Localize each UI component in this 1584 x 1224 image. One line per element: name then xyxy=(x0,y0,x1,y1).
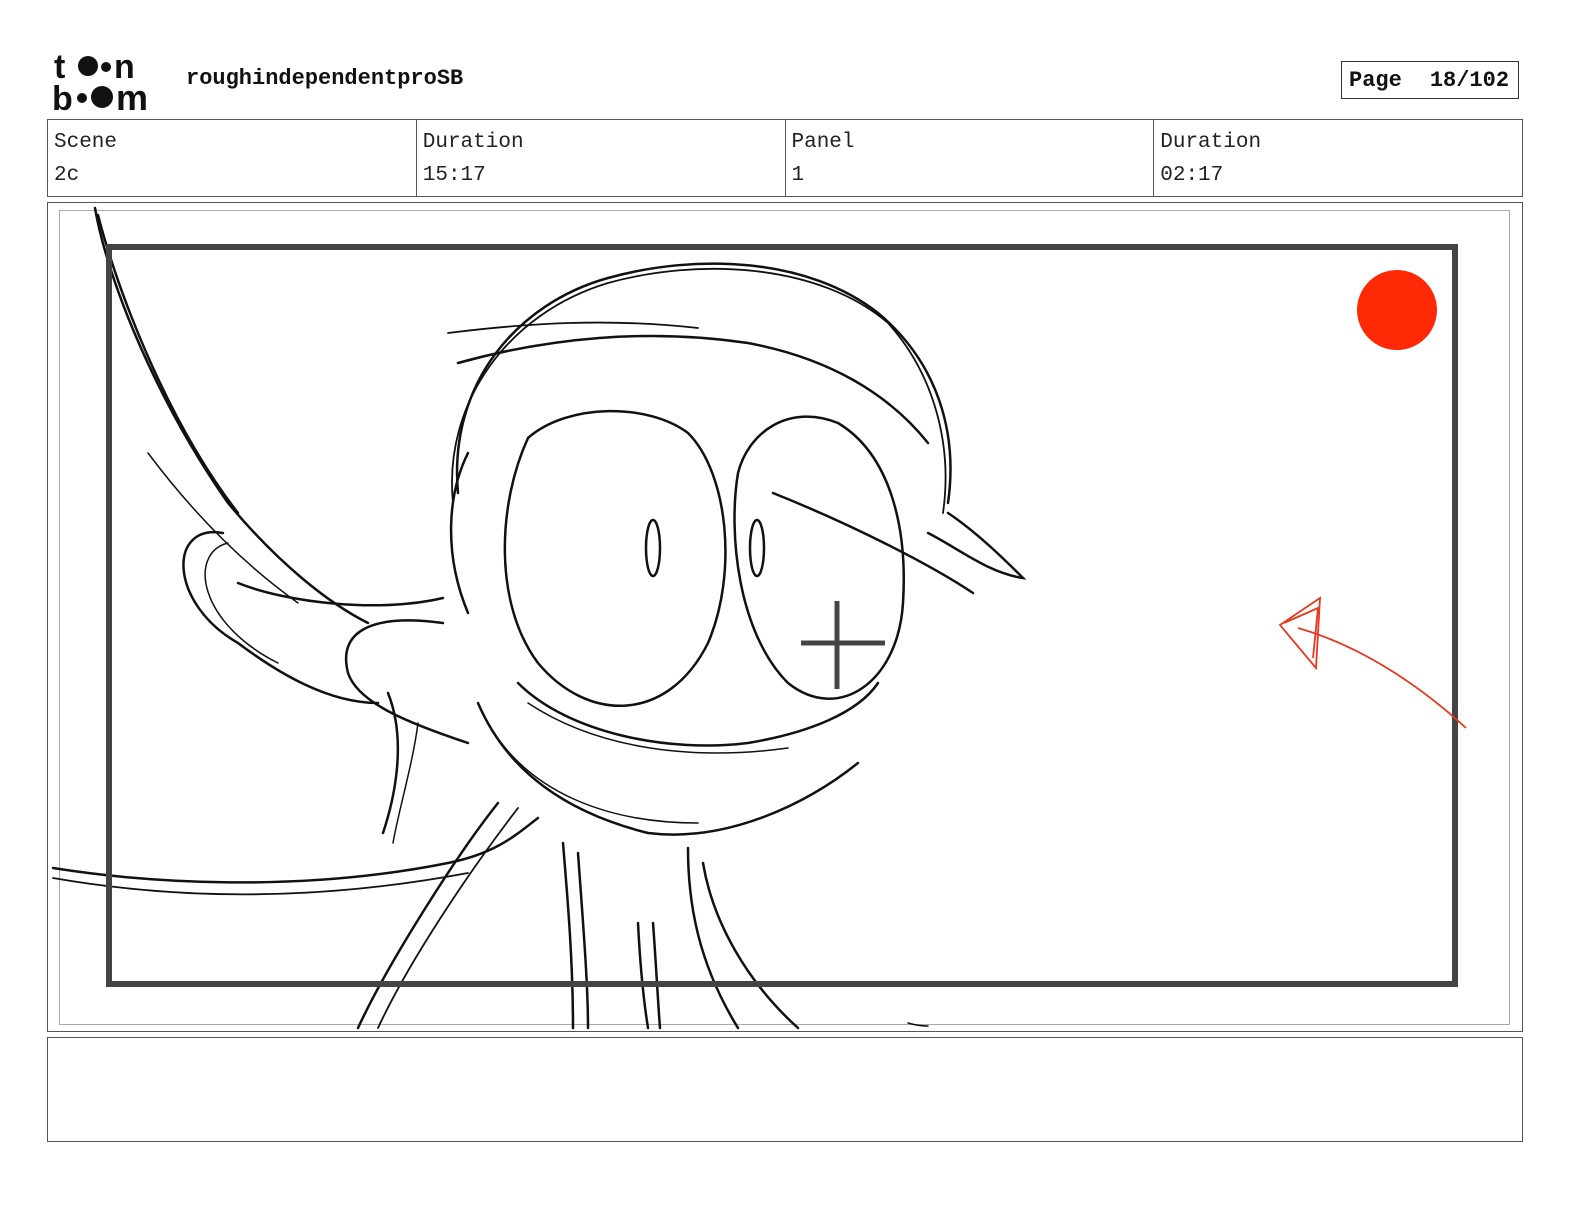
center-crosshair-icon xyxy=(801,601,885,689)
toonboom-logo-mark: t n b m xyxy=(52,48,148,118)
camera-move-arrow-icon xyxy=(1278,596,1467,729)
panel-duration-label: Duration xyxy=(1160,131,1262,154)
scene-duration-cell: Duration 15:17 xyxy=(417,120,786,196)
panel-duration-cell: Duration 02:17 xyxy=(1154,120,1522,196)
scene-value: 2c xyxy=(54,164,80,187)
scene-label: Scene xyxy=(54,131,118,154)
panel-cell: Panel 1 xyxy=(786,120,1155,196)
scene-duration-label: Duration xyxy=(422,131,524,154)
record-dot-icon xyxy=(1357,270,1437,350)
character-sketch xyxy=(51,206,1027,1030)
scene-duration-value: 15:17 xyxy=(422,164,486,187)
storyboard-panel xyxy=(47,202,1523,1032)
safe-frame-rect xyxy=(106,244,1458,987)
panel-sketch xyxy=(51,206,1467,1030)
project-title: roughindependentproSB xyxy=(186,66,464,91)
svg-text:m: m xyxy=(116,77,148,114)
toonboom-logo: t n b m xyxy=(52,48,164,118)
panel-notes-text xyxy=(48,1038,1522,1054)
page-number: 18/102 xyxy=(1429,67,1510,93)
page-indicator: Page 18/102 xyxy=(1341,61,1519,99)
page-label: Page xyxy=(1349,67,1402,93)
svg-text:b: b xyxy=(52,80,73,114)
scene-cell: Scene 2c xyxy=(48,120,417,196)
panel-label: Panel xyxy=(791,131,855,154)
panel-info-table: Scene 2c Duration 15:17 Panel 1 Duration… xyxy=(47,119,1523,197)
panel-notes-box xyxy=(47,1037,1523,1142)
panel-value: 1 xyxy=(791,164,805,187)
panel-duration-value: 02:17 xyxy=(1160,164,1224,187)
